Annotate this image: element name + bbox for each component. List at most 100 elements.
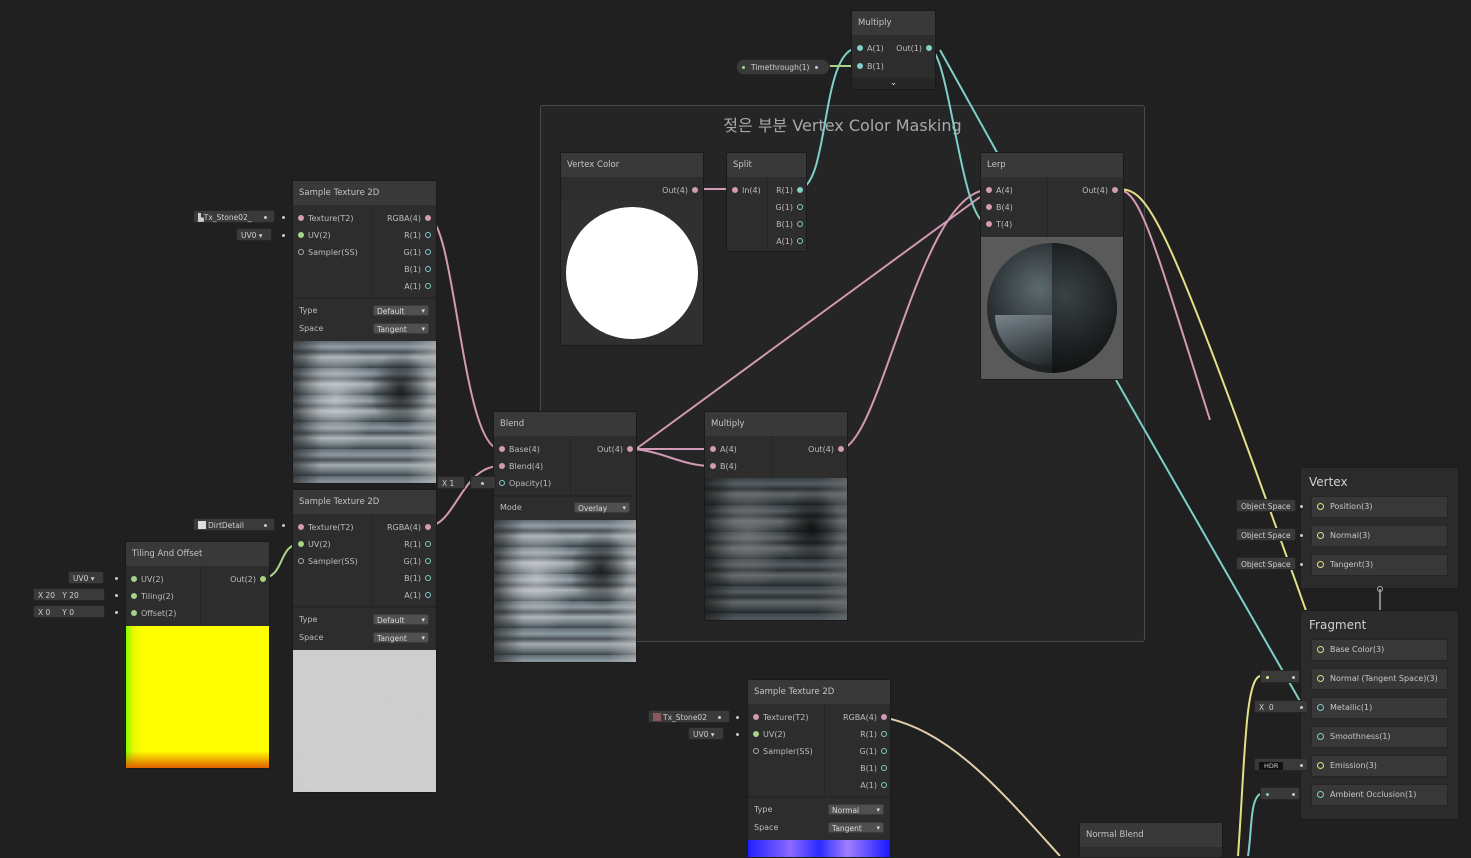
port-b[interactable]: B(1) [404, 263, 431, 277]
port-a[interactable]: A(1) [860, 779, 887, 793]
port-g[interactable]: G(1) [403, 246, 431, 260]
port-rgba[interactable]: RGBA(4) [387, 521, 431, 535]
port-out[interactable]: Out(4) [597, 443, 633, 457]
preview-lerp [981, 237, 1123, 379]
texture-field-2[interactable]: DirtDetail [193, 518, 275, 531]
port-t[interactable]: T(4) [986, 218, 1012, 232]
port-a[interactable]: A(1) [776, 235, 803, 249]
port-out[interactable]: Out(4) [808, 443, 844, 457]
port-b[interactable]: B(1) [404, 572, 431, 586]
port-a[interactable]: A(1) [857, 42, 884, 56]
port-b[interactable]: B(4) [710, 460, 737, 474]
port-texture[interactable]: Texture(T2) [753, 711, 809, 725]
offset-field[interactable]: X 0 Y 0 [33, 605, 105, 618]
node-multiply-top[interactable]: Multiply A(1) B(1) Out(1) ⌄ [851, 10, 936, 90]
type-dropdown[interactable]: Default ▾ [373, 305, 429, 316]
node-sample-texture-3[interactable]: Sample Texture 2D Texture(T2) UV(2) Samp… [747, 679, 891, 858]
port-in[interactable]: In(4) [732, 184, 761, 198]
uv-dropdown-1[interactable]: UV0 ▾ [236, 228, 272, 241]
type-label: Type [299, 615, 318, 624]
port-b[interactable]: B(1) [776, 218, 803, 232]
port-b[interactable]: B(1) [857, 60, 884, 74]
port-uv[interactable]: UV(2) [131, 573, 164, 587]
preview-vertex-color [561, 201, 703, 345]
space-dropdown[interactable]: Tangent ▾ [828, 822, 884, 833]
port-tiling[interactable]: Tiling(2) [131, 590, 174, 604]
port-r[interactable]: R(1) [404, 229, 431, 243]
port-g[interactable]: G(1) [859, 745, 887, 759]
node-title: Lerp [981, 153, 1123, 177]
port-texture[interactable]: Texture(T2) [298, 212, 354, 226]
node-multiply-mid[interactable]: Multiply A(4) B(4) Out(4) [704, 411, 848, 621]
port-out[interactable]: Out(4) [1082, 184, 1118, 198]
port-b[interactable]: B(4) [986, 201, 1013, 215]
chevron-down-icon: ▾ [421, 307, 425, 315]
port-uv[interactable]: UV(2) [298, 538, 331, 552]
slot-emission[interactable]: Emission(3) [1311, 755, 1448, 777]
port-r[interactable]: R(1) [860, 728, 887, 742]
target-icon[interactable] [264, 524, 267, 527]
target-icon[interactable] [264, 216, 267, 219]
port-uv[interactable]: UV(2) [298, 229, 331, 243]
node-normal-blend[interactable]: Normal Blend [1079, 822, 1223, 857]
port-out[interactable]: Out(1) [896, 42, 932, 56]
port-a[interactable]: A(1) [404, 280, 431, 294]
port-blend[interactable]: Blend(4) [499, 460, 543, 474]
uv-dropdown-tiling[interactable]: UV0 ▾ [68, 571, 104, 584]
slot-metallic[interactable]: Metallic(1) [1311, 697, 1448, 719]
slot-normal[interactable]: Normal(3) [1311, 525, 1448, 547]
group-title[interactable]: 젖은 부분 Vertex Color Masking [541, 112, 1144, 136]
slot-smoothness[interactable]: Smoothness(1) [1311, 726, 1448, 748]
space-field-normal[interactable]: Object Space [1236, 528, 1296, 541]
node-split[interactable]: Split In(4) R(1) G(1) B(1) A(1) [726, 152, 807, 252]
opacity-field[interactable]: X 1 [437, 476, 465, 489]
slot-normal-tangent[interactable]: Normal (Tangent Space)(3) [1311, 668, 1448, 690]
port-g[interactable]: G(1) [403, 555, 431, 569]
master-vertex-context[interactable]: Vertex Position(3) Normal(3) Tangent(3) [1300, 467, 1459, 589]
port-a[interactable]: A(4) [710, 443, 737, 457]
port-a[interactable]: A(1) [404, 589, 431, 603]
type-dropdown[interactable]: Normal ▾ [828, 804, 884, 815]
port-opacity[interactable]: Opacity(1) [499, 477, 551, 491]
target-icon[interactable] [718, 716, 721, 719]
port-base[interactable]: Base(4) [499, 443, 540, 457]
mode-dropdown[interactable]: Overlay ▾ [574, 502, 630, 513]
node-sample-texture-1[interactable]: Sample Texture 2D Texture(T2) UV(2) Samp… [292, 180, 437, 484]
node-vertex-color[interactable]: Vertex Color Out(4) [560, 152, 704, 346]
space-dropdown[interactable]: Tangent ▾ [373, 323, 429, 334]
port-texture[interactable]: Texture(T2) [298, 521, 354, 535]
port-rgba[interactable]: RGBA(4) [843, 711, 887, 725]
uv-dropdown-3[interactable]: UV0 ▾ [688, 727, 724, 740]
texture-field-1[interactable]: ▙Tx_Stone02_ [193, 210, 275, 223]
tiling-field[interactable]: X 20 Y 20 [33, 588, 105, 601]
type-dropdown[interactable]: Default ▾ [373, 614, 429, 625]
port-a[interactable]: A(4) [986, 184, 1013, 198]
port-out[interactable]: Out(4) [662, 184, 698, 198]
space-field-position[interactable]: Object Space [1236, 499, 1296, 512]
node-sample-texture-2[interactable]: Sample Texture 2D Texture(T2) UV(2) Samp… [292, 489, 437, 793]
node-lerp[interactable]: Lerp A(4) B(4) T(4) Out(4) [980, 152, 1124, 380]
node-tiling-and-offset[interactable]: Tiling And Offset UV(2) Tiling(2) Offset… [125, 541, 270, 769]
shader-graph-canvas[interactable]: 젖은 부분 Vertex Color Masking Multiply A(1)… [0, 0, 1471, 858]
space-dropdown[interactable]: Tangent ▾ [373, 632, 429, 643]
port-offset[interactable]: Offset(2) [131, 607, 176, 621]
port-out[interactable]: Out(2) [230, 573, 266, 587]
port-sampler[interactable]: Sampler(SS) [753, 745, 813, 759]
port-sampler[interactable]: Sampler(SS) [298, 555, 358, 569]
port-sampler[interactable]: Sampler(SS) [298, 246, 358, 260]
slot-ambient-occlusion[interactable]: Ambient Occlusion(1) [1311, 784, 1448, 806]
node-title: Multiply [705, 412, 847, 436]
master-fragment-context[interactable]: Fragment Base Color(3) Normal (Tangent S… [1300, 610, 1459, 820]
node-blend[interactable]: Blend Base(4) Blend(4) Opacity(1) Out(4)… [493, 411, 637, 663]
port-r[interactable]: R(1) [776, 184, 803, 198]
slot-tangent[interactable]: Tangent(3) [1311, 554, 1448, 576]
slot-base-color[interactable]: Base Color(3) [1311, 639, 1448, 661]
port-r[interactable]: R(1) [404, 538, 431, 552]
port-g[interactable]: G(1) [775, 201, 803, 215]
space-field-tangent[interactable]: Object Space [1236, 557, 1296, 570]
port-rgba[interactable]: RGBA(4) [387, 212, 431, 226]
port-b[interactable]: B(1) [860, 762, 887, 776]
slot-position[interactable]: Position(3) [1311, 496, 1448, 518]
port-uv[interactable]: UV(2) [753, 728, 786, 742]
chevron-down-icon[interactable]: ⌄ [852, 78, 935, 89]
